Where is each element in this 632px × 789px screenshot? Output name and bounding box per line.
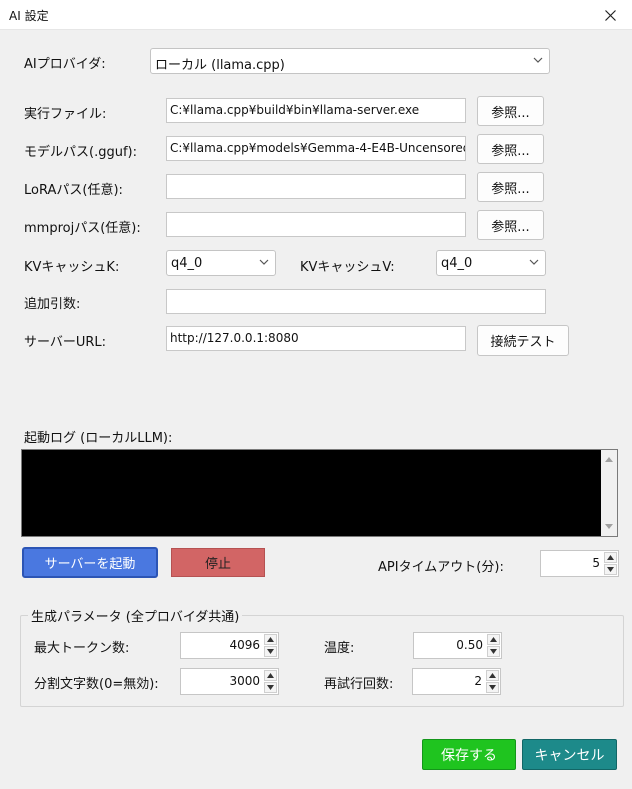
save-button[interactable]: 保存する	[422, 739, 516, 770]
generation-params-group	[20, 615, 624, 707]
api-timeout-spinbox[interactable]: 5	[540, 550, 619, 577]
close-icon	[604, 9, 616, 21]
spin-up-icon[interactable]	[264, 634, 277, 645]
startup-log-area[interactable]	[21, 449, 618, 537]
retry-count-label: 再試行回数:	[324, 677, 394, 692]
connection-test-button[interactable]: 接続テスト	[477, 325, 569, 356]
scroll-up-icon[interactable]	[601, 452, 617, 466]
scroll-down-icon[interactable]	[601, 520, 617, 534]
max-tokens-spinbox[interactable]: 4096	[180, 632, 279, 659]
kv-v-value: q4_0	[441, 256, 473, 271]
model-browse-button[interactable]: 参照...	[477, 134, 544, 164]
split-chars-value: 3000	[229, 674, 260, 688]
exe-path-field[interactable]: C:¥llama.cpp¥build¥bin¥llama-server.exe	[166, 98, 466, 123]
title-bar: AI 設定	[0, 0, 632, 30]
chevron-down-icon	[259, 259, 269, 265]
spin-up-icon[interactable]	[264, 670, 277, 681]
split-chars-label: 分割文字数(0=無効):	[34, 677, 159, 692]
generation-params-title: 生成パラメータ (全プロバイダ共通)	[28, 606, 243, 625]
close-button[interactable]	[588, 0, 632, 30]
temperature-value: 0.50	[456, 638, 483, 652]
spin-down-icon[interactable]	[486, 682, 499, 693]
lora-browse-button[interactable]: 参照...	[477, 172, 544, 202]
stop-server-button[interactable]: 停止	[171, 548, 265, 577]
kv-k-label: KVキャッシュK:	[24, 260, 120, 275]
model-label: モデルパス(.gguf):	[24, 145, 137, 160]
kv-k-select[interactable]: q4_0	[166, 250, 276, 276]
extra-args-field[interactable]	[166, 289, 546, 314]
max-tokens-label: 最大トークン数:	[34, 641, 130, 656]
temperature-spinbox[interactable]: 0.50	[413, 632, 502, 659]
spin-down-icon[interactable]	[264, 646, 277, 657]
kv-k-value: q4_0	[171, 256, 203, 271]
provider-select-value: ローカル (llama.cpp)	[155, 58, 285, 73]
retry-count-value: 2	[474, 674, 482, 688]
temperature-label: 温度:	[324, 641, 355, 656]
log-label: 起動ログ (ローカルLLM):	[24, 431, 173, 446]
start-server-button[interactable]: サーバーを起動	[22, 547, 158, 578]
extra-args-label: 追加引数:	[24, 297, 81, 312]
exe-browse-button[interactable]: 参照...	[477, 96, 544, 126]
cancel-button[interactable]: キャンセル	[522, 739, 617, 770]
provider-select[interactable]: ローカル (llama.cpp)	[150, 48, 550, 74]
spin-down-icon[interactable]	[487, 646, 500, 657]
kv-v-select[interactable]: q4_0	[436, 250, 546, 276]
server-url-field[interactable]: http://127.0.0.1:8080	[166, 326, 466, 351]
mmproj-label: mmprojパス(任意):	[24, 221, 141, 236]
spin-up-icon[interactable]	[486, 670, 499, 681]
api-timeout-value: 5	[592, 556, 600, 570]
mmproj-path-field[interactable]	[166, 212, 466, 237]
exe-label: 実行ファイル:	[24, 107, 107, 122]
chevron-down-icon	[529, 259, 539, 265]
api-timeout-label: APIタイムアウト(分):	[378, 560, 504, 575]
chevron-down-icon	[533, 57, 543, 63]
window-title: AI 設定	[9, 9, 49, 23]
lora-path-field[interactable]	[166, 174, 466, 199]
model-path-field[interactable]: C:¥llama.cpp¥models¥Gemma-4-E4B-Uncensor…	[166, 136, 466, 161]
spin-down-icon[interactable]	[604, 564, 617, 575]
log-scrollbar[interactable]	[601, 450, 617, 536]
lora-label: LoRAパス(任意):	[24, 183, 123, 198]
max-tokens-value: 4096	[229, 638, 260, 652]
spin-up-icon[interactable]	[604, 552, 617, 563]
server-url-label: サーバーURL:	[24, 335, 107, 350]
retry-count-spinbox[interactable]: 2	[412, 668, 501, 695]
spin-down-icon[interactable]	[264, 682, 277, 693]
kv-v-label: KVキャッシュV:	[300, 260, 395, 275]
mmproj-browse-button[interactable]: 参照...	[477, 210, 544, 240]
provider-label: AIプロバイダ:	[24, 57, 106, 72]
split-chars-spinbox[interactable]: 3000	[180, 668, 279, 695]
spin-up-icon[interactable]	[487, 634, 500, 645]
